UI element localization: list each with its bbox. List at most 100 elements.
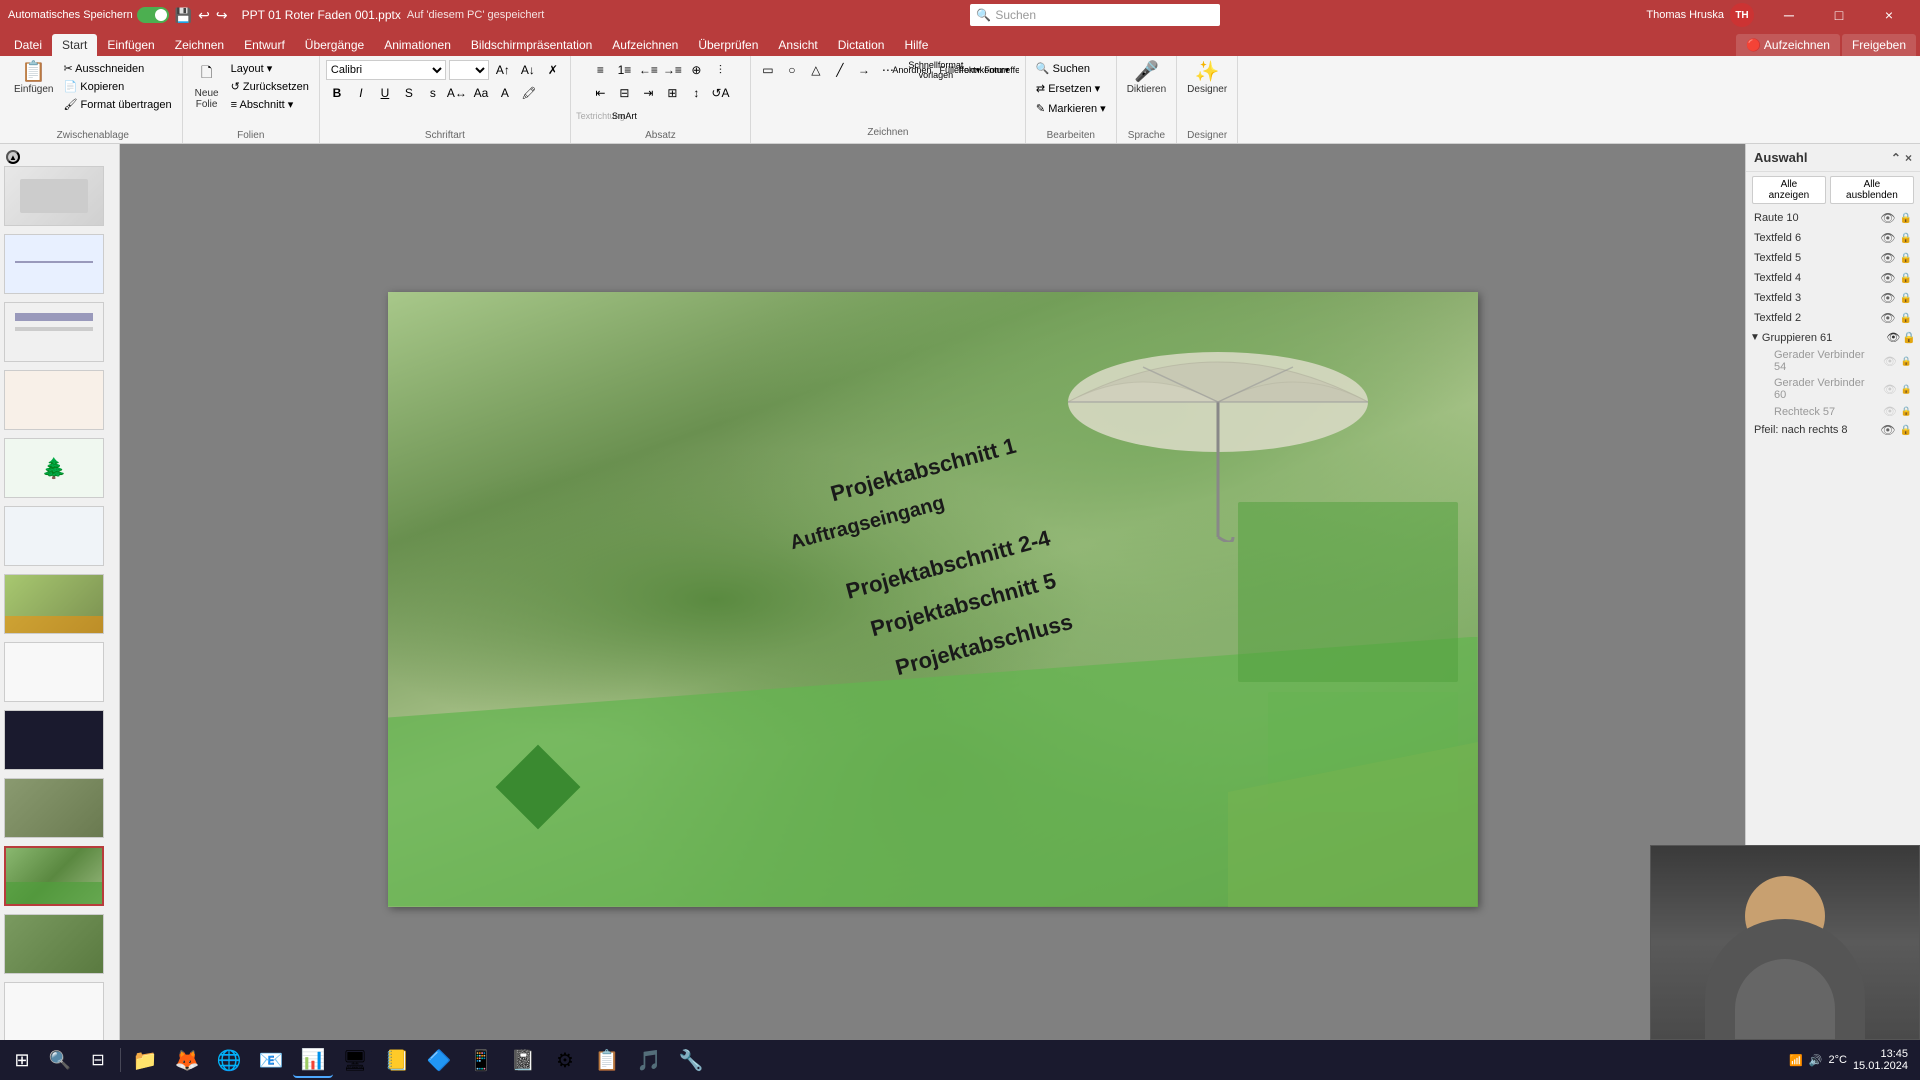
lock-textfeld5[interactable]: 🔒 [1900, 253, 1912, 264]
slide-thumb-27[interactable] [4, 982, 104, 1042]
btn-underline[interactable]: U [374, 83, 396, 103]
taskbar-clock[interactable]: 13:45 15.01.2024 [1853, 1048, 1908, 1072]
sel-item-textfeld3[interactable]: Textfeld 3 👁 🔒 [1746, 288, 1920, 308]
tab-datei[interactable]: Datei [4, 34, 52, 56]
start-button[interactable]: ⊞ [4, 1042, 40, 1078]
btn-diktieren[interactable]: 🎤 Diktieren [1123, 60, 1170, 97]
sel-subitem-verbinder54[interactable]: Gerader Verbinder 54 👁 🔒 [1766, 347, 1920, 375]
btn-ausschneiden[interactable]: ✂ Ausschneiden [59, 60, 175, 77]
btn-decrease-font[interactable]: A↓ [517, 60, 539, 80]
autosave-switch[interactable] [137, 7, 169, 23]
lock-pfeil8[interactable]: 🔒 [1900, 425, 1912, 436]
slide-thumb-26[interactable] [4, 914, 104, 974]
shape-triangle[interactable]: △ [805, 60, 827, 80]
btn-strikethrough[interactable]: S [398, 83, 420, 103]
maximize-button[interactable]: □ [1816, 0, 1862, 30]
shape-line[interactable]: ╱ [829, 60, 851, 80]
eye-verbinder54[interactable]: 👁 [1883, 355, 1897, 368]
eye-textfeld5[interactable]: 👁 [1880, 251, 1895, 265]
slide-thumb-15[interactable] [4, 166, 104, 226]
lock-textfeld6[interactable]: 🔒 [1900, 233, 1912, 244]
btn-text-direction[interactable]: ↺A [709, 83, 731, 103]
font-family-select[interactable]: Calibri [326, 60, 446, 80]
taskview-button[interactable]: ⊟ [80, 1042, 116, 1078]
btn-clear-format[interactable]: ✗ [542, 60, 564, 80]
tab-bildschirm[interactable]: Bildschirmpräsentation [461, 34, 602, 56]
toolbar-save-icon[interactable]: 💾 [175, 7, 192, 24]
search-bar[interactable]: 🔍 Suchen [970, 4, 1220, 26]
lock-textfeld3[interactable]: 🔒 [1900, 293, 1912, 304]
eye-rechteck57[interactable]: 👁 [1883, 405, 1897, 418]
minimize-button[interactable]: ─ [1766, 0, 1812, 30]
taskbar-app-firefox[interactable]: 🦊 [167, 1042, 207, 1078]
sel-item-pfeil8[interactable]: Pfeil: nach rechts 8 👁 🔒 [1746, 420, 1920, 440]
sel-subitem-verbinder60[interactable]: Gerader Verbinder 60 👁 🔒 [1766, 375, 1920, 403]
slide-thumb-22[interactable] [4, 642, 104, 702]
tab-animationen[interactable]: Animationen [374, 34, 461, 56]
eye-verbinder60[interactable]: 👁 [1883, 383, 1897, 396]
toolbar-redo-icon[interactable]: ↪ [216, 7, 228, 24]
sel-subitem-rechteck57[interactable]: Rechteck 57 👁 🔒 [1766, 403, 1920, 420]
btn-font-case[interactable]: Aa [470, 83, 492, 103]
taskbar-app-clipboard[interactable]: 📋 [587, 1042, 627, 1078]
btn-align-center[interactable]: ⊟ [613, 83, 635, 103]
shape-rectangle[interactable]: ▭ [757, 60, 779, 80]
btn-neue-folie[interactable]: 🗋 NeueFolie [189, 60, 225, 112]
slide-thumb-19[interactable]: 🌲 [4, 438, 104, 498]
btn-bullets[interactable]: ≡ [589, 60, 611, 80]
btn-highlight-color[interactable]: 🖍 [518, 83, 540, 103]
tab-ansicht[interactable]: Ansicht [768, 34, 827, 56]
taskbar-app-onenote[interactable]: 📓 [503, 1042, 543, 1078]
slide-thumb-18[interactable] [4, 370, 104, 430]
tab-dictation[interactable]: Dictation [828, 34, 895, 56]
slide-thumb-25[interactable] [4, 846, 104, 906]
close-button[interactable]: × [1866, 0, 1912, 30]
btn-alle-ausblenden[interactable]: Alle ausblenden [1830, 176, 1914, 204]
lock-textfeld2[interactable]: 🔒 [1900, 313, 1912, 324]
btn-align-right[interactable]: ⇥ [637, 83, 659, 103]
autosave-toggle[interactable]: Automatisches Speichern [8, 7, 169, 23]
tab-aufzeichnen-right[interactable]: 🔴 Aufzeichnen [1736, 34, 1840, 56]
btn-format-uebertragen[interactable]: 🖌 Format übertragen [59, 96, 175, 113]
eye-textfeld6[interactable]: 👁 [1880, 231, 1895, 245]
btn-smartart[interactable]: ⊕ [685, 60, 707, 80]
tab-ueberpruefen[interactable]: Überprüfen [688, 34, 768, 56]
collapse-panel-btn[interactable]: ⌃ [1891, 151, 1901, 165]
tab-freigeben[interactable]: Freigeben [1842, 34, 1916, 56]
slide-thumb-16[interactable] [4, 234, 104, 294]
btn-char-spacing[interactable]: A↔ [446, 83, 468, 103]
taskbar-app-chrome[interactable]: 🌐 [209, 1042, 249, 1078]
eye-pfeil8[interactable]: 👁 [1880, 423, 1895, 437]
btn-alle-anzeigen[interactable]: Alle anzeigen [1752, 176, 1826, 204]
btn-einfuegen[interactable]: 📋 Einfügen [10, 60, 57, 97]
btn-bold[interactable]: B [326, 83, 348, 103]
slide-thumb-24[interactable] [4, 778, 104, 838]
taskbar-app-teams[interactable]: 🔷 [419, 1042, 459, 1078]
search-button[interactable]: 🔍 [42, 1042, 78, 1078]
btn-kopieren[interactable]: 📄 Kopieren [59, 78, 175, 95]
taskbar-app-tools[interactable]: 🔧 [671, 1042, 711, 1078]
btn-increase-indent[interactable]: →≡ [661, 60, 683, 80]
sel-item-textfeld5[interactable]: Textfeld 5 👁 🔒 [1746, 248, 1920, 268]
sel-group-header-gruppieren61[interactable]: ▼ Gruppieren 61 👁 🔒 [1746, 328, 1920, 347]
taskbar-app-music[interactable]: 🎵 [629, 1042, 669, 1078]
tab-hilfe[interactable]: Hilfe [894, 34, 938, 56]
toolbar-undo-icon[interactable]: ↩ [198, 7, 210, 24]
sel-item-textfeld4[interactable]: Textfeld 4 👁 🔒 [1746, 268, 1920, 288]
eye-textfeld3[interactable]: 👁 [1880, 291, 1895, 305]
tab-zeichnen[interactable]: Zeichnen [165, 34, 234, 56]
lock-raute10[interactable]: 🔒 [1900, 213, 1912, 224]
btn-suchen[interactable]: 🔍 Suchen [1032, 60, 1094, 77]
taskbar-app-notes[interactable]: 📒 [377, 1042, 417, 1078]
btn-line-spacing[interactable]: ↕ [685, 83, 707, 103]
btn-columns[interactable]: ⫶ [709, 60, 731, 80]
scroll-up-btn[interactable]: ▲ [6, 150, 20, 164]
eye-textfeld4[interactable]: 👁 [1880, 271, 1895, 285]
sel-item-textfeld2[interactable]: Textfeld 2 👁 🔒 [1746, 308, 1920, 328]
btn-shadow[interactable]: s [422, 83, 444, 103]
btn-decrease-indent[interactable]: ←≡ [637, 60, 659, 80]
taskbar-app-explorer[interactable]: 📁 [125, 1042, 165, 1078]
tab-entwurf[interactable]: Entwurf [234, 34, 295, 56]
slide-thumb-17[interactable] [4, 302, 104, 362]
slide-thumb-21[interactable] [4, 574, 104, 634]
